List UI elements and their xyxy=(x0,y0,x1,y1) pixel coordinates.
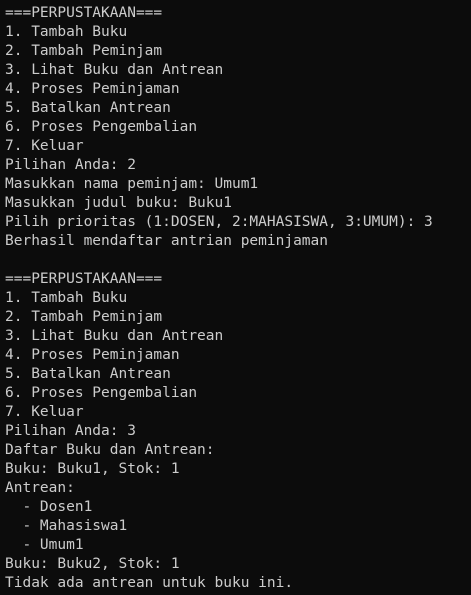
menu-item-tambah-buku: 1. Tambah Buku xyxy=(5,290,128,306)
menu-item-tambah-peminjam: 2. Tambah Peminjam xyxy=(5,43,163,59)
menu-item-batalkan-antrean: 5. Batalkan Antrean xyxy=(5,366,171,382)
book-entry: Buku: Buku2, Stok: 1 xyxy=(5,556,180,572)
menu-item-tambah-peminjam: 2. Tambah Peminjam xyxy=(5,309,163,325)
menu-title: ===PERPUSTAKAAN=== xyxy=(5,271,163,287)
menu-item-keluar: 7. Keluar xyxy=(5,404,84,420)
borrower-name-prompt: Masukkan nama peminjam: Umum1 xyxy=(5,176,259,192)
queue-header: Antrean: xyxy=(5,480,75,496)
menu-item-batalkan-antrean: 5. Batalkan Antrean xyxy=(5,100,171,116)
queue-entry: - Dosen1 xyxy=(5,499,93,515)
menu-title: ===PERPUSTAKAAN=== xyxy=(5,5,163,21)
queue-entry: - Mahasiswa1 xyxy=(5,518,128,534)
menu-choice-line: Pilihan Anda: 3 xyxy=(5,423,136,439)
menu-item-proses-pengembalian: 6. Proses Pengembalian xyxy=(5,119,198,135)
success-message: Berhasil mendaftar antrian peminjaman xyxy=(5,233,329,249)
queue-entry: - Umum1 xyxy=(5,537,84,553)
terminal-output: ===PERPUSTAKAAN=== 1. Tambah Buku 2. Tam… xyxy=(0,0,471,595)
book-entry: Buku: Buku1, Stok: 1 xyxy=(5,461,180,477)
menu-item-tambah-buku: 1. Tambah Buku xyxy=(5,24,128,40)
menu-item-proses-peminjaman: 4. Proses Peminjaman xyxy=(5,81,180,97)
menu-item-proses-peminjaman: 4. Proses Peminjaman xyxy=(5,347,180,363)
menu-choice-line: Pilihan Anda: 2 xyxy=(5,157,136,173)
empty-queue-message: Tidak ada antrean untuk buku ini. xyxy=(5,575,294,591)
book-list-header: Daftar Buku dan Antrean: xyxy=(5,442,215,458)
menu-item-keluar: 7. Keluar xyxy=(5,138,84,154)
menu-item-lihat-buku: 3. Lihat Buku dan Antrean xyxy=(5,62,224,78)
menu-item-lihat-buku: 3. Lihat Buku dan Antrean xyxy=(5,328,224,344)
menu-item-proses-pengembalian: 6. Proses Pengembalian xyxy=(5,385,198,401)
priority-prompt: Pilih prioritas (1:DOSEN, 2:MAHASISWA, 3… xyxy=(5,214,433,230)
book-title-prompt: Masukkan judul buku: Buku1 xyxy=(5,195,232,211)
